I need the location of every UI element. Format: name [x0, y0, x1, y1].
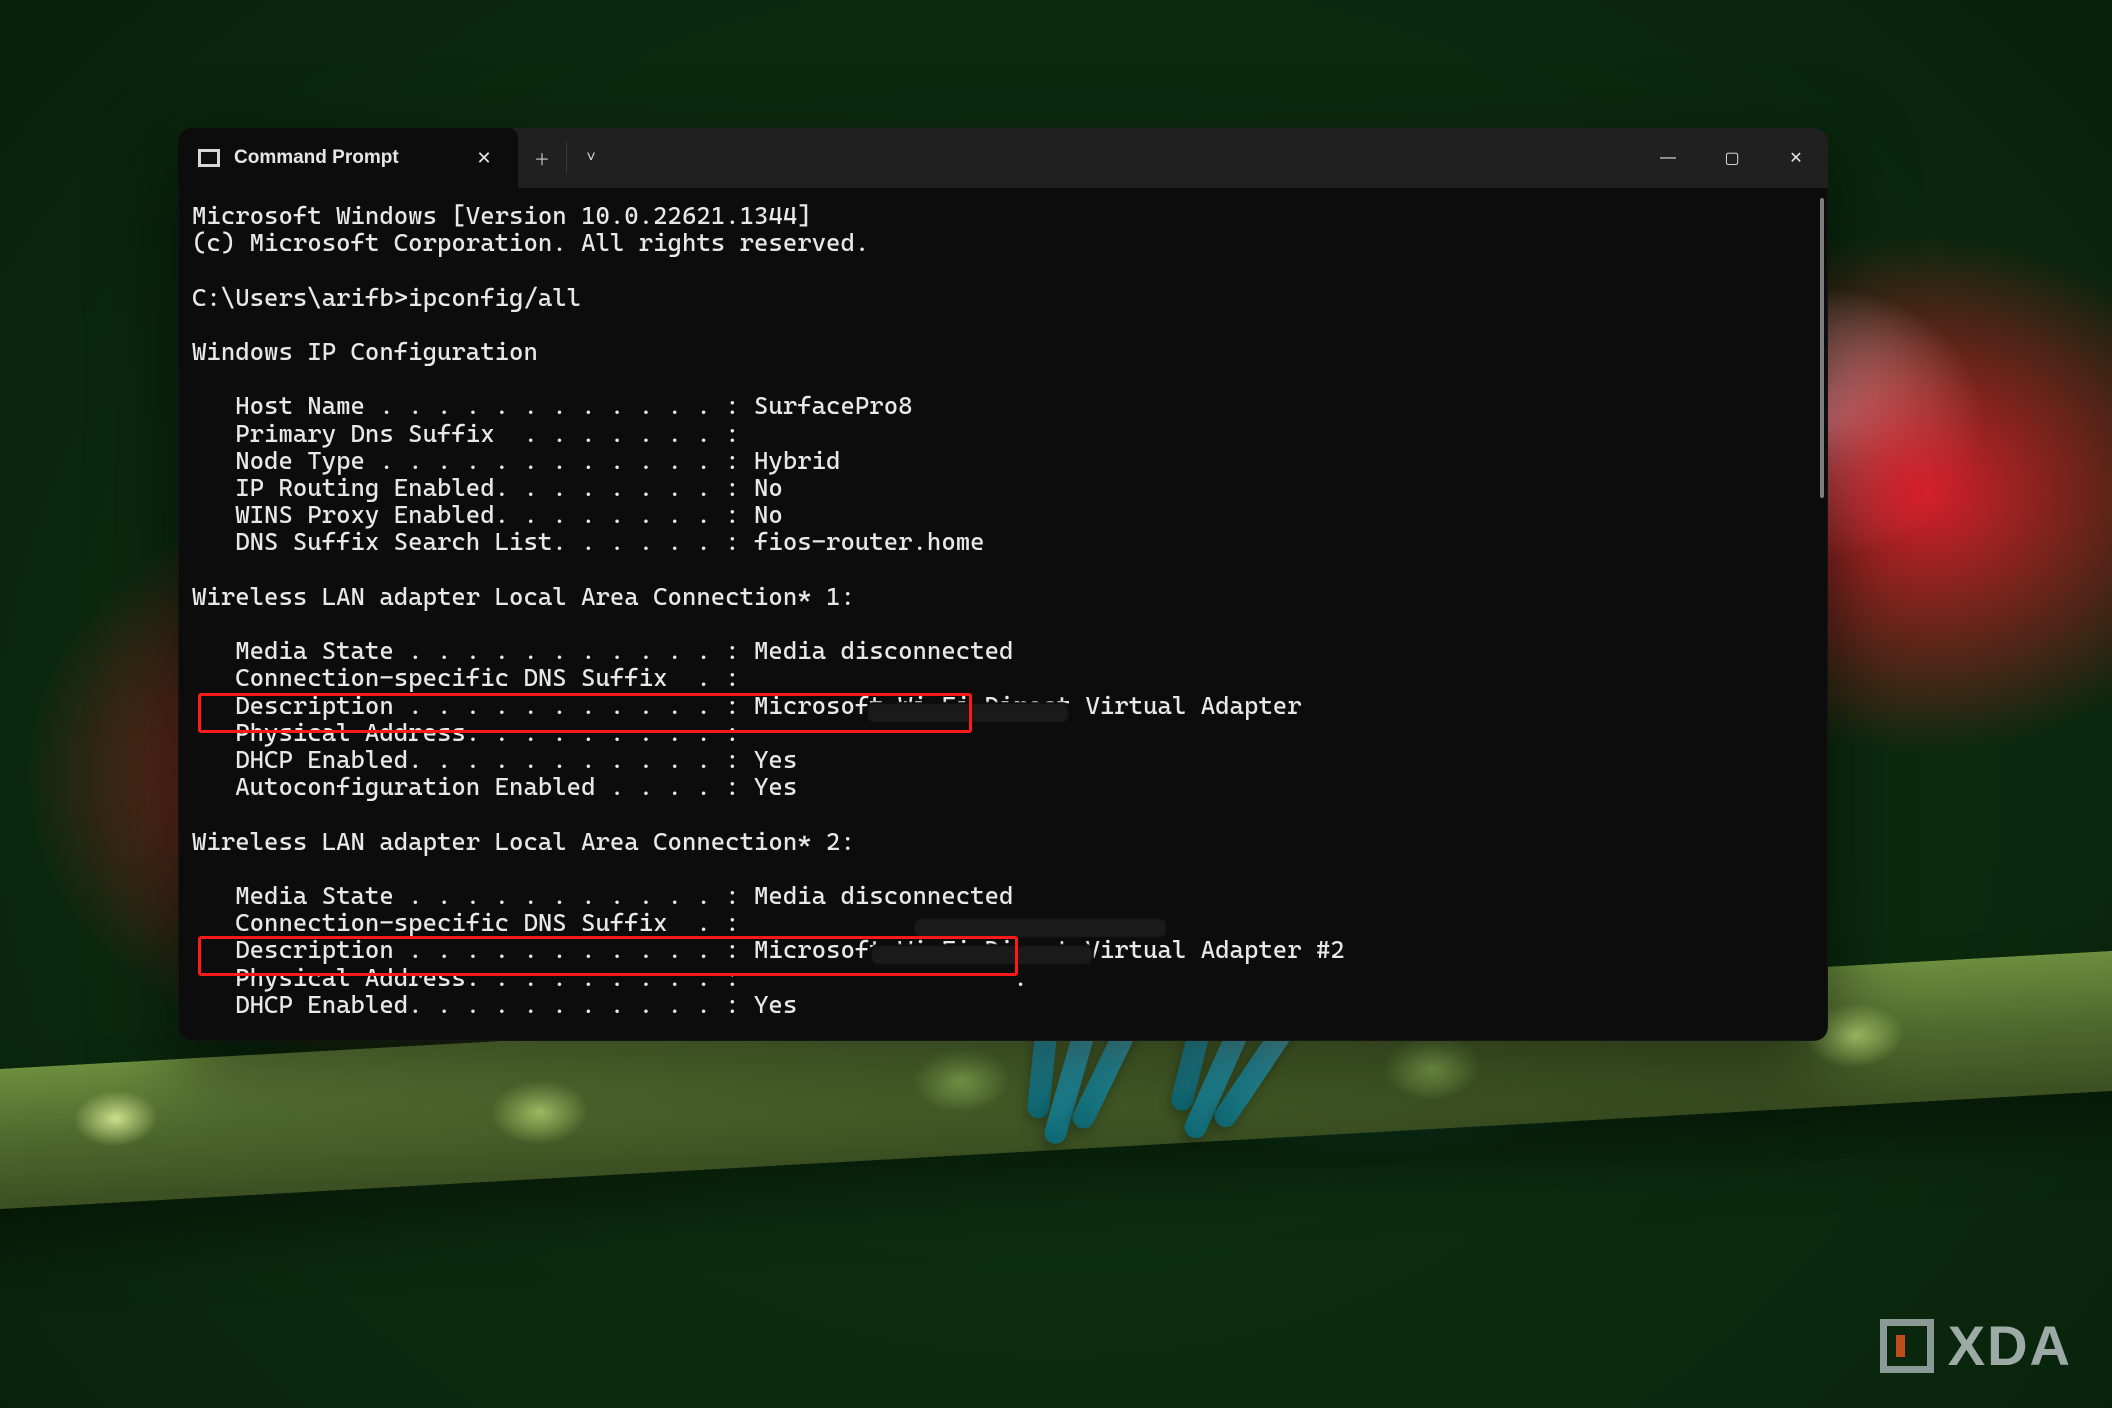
tab-close-button[interactable]: ✕	[468, 142, 500, 174]
maximize-button[interactable]: ▢	[1700, 128, 1764, 188]
line: Connection-specific DNS Suffix . :	[192, 663, 740, 692]
tab-dropdown-button[interactable]: ˅	[567, 128, 615, 188]
line: Description . . . . . . . . . . . : Micr…	[192, 935, 1345, 964]
redacted-region	[870, 944, 1094, 966]
plus-icon: ＋	[534, 146, 550, 170]
minimize-icon: —	[1660, 149, 1676, 167]
prompt-line: C:\Users\arifb>ipconfig/all	[192, 283, 581, 312]
new-tab-button[interactable]: ＋	[518, 128, 566, 188]
xda-logo-icon	[1880, 1319, 1934, 1373]
redacted-region	[866, 702, 1070, 724]
tab-title: Command Prompt	[234, 147, 399, 169]
titlebar[interactable]: Command Prompt ✕ ＋ ˅ — ▢ ✕	[178, 128, 1828, 188]
line: DNS Suffix Search List. . . . . . : fios…	[192, 527, 985, 556]
line: WINS Proxy Enabled. . . . . . . . : No	[192, 500, 783, 529]
line: Media State . . . . . . . . . . . : Medi…	[192, 636, 1013, 665]
line: Host Name . . . . . . . . . . . . : Surf…	[192, 391, 913, 420]
line: Physical Address. . . . . . . . . :	[192, 718, 740, 747]
chevron-down-icon: ˅	[586, 149, 595, 167]
line: IP Routing Enabled. . . . . . . . : No	[192, 473, 783, 502]
line: Autoconfiguration Enabled . . . . : Yes	[192, 772, 797, 801]
maximize-icon: ▢	[1724, 148, 1739, 168]
close-button[interactable]: ✕	[1764, 128, 1828, 188]
xda-watermark: XDA	[1880, 1313, 2072, 1378]
line: Media State . . . . . . . . . . . : Medi…	[192, 881, 1013, 910]
line: DHCP Enabled. . . . . . . . . . . : Yes	[192, 990, 797, 1019]
line: (c) Microsoft Corporation. All rights re…	[192, 228, 869, 257]
redacted-region	[913, 917, 1168, 939]
minimize-button[interactable]: —	[1636, 128, 1700, 188]
xda-logo-text: XDA	[1948, 1313, 2072, 1378]
line: Primary Dns Suffix . . . . . . . :	[192, 419, 740, 448]
window-controls: — ▢ ✕	[1636, 128, 1828, 188]
close-icon: ✕	[476, 148, 491, 169]
line: Connection-specific DNS Suffix . :	[192, 908, 740, 937]
section-header: Wireless LAN adapter Local Area Connecti…	[192, 582, 855, 611]
close-icon: ✕	[1789, 148, 1802, 168]
line: Description . . . . . . . . . . . : Micr…	[192, 691, 1302, 720]
terminal-window[interactable]: Command Prompt ✕ ＋ ˅ — ▢ ✕ Microsoft Win…	[178, 128, 1828, 1041]
line: Microsoft Windows [Version 10.0.22621.13…	[192, 201, 812, 230]
line: Physical Address. . . . . . . . . : .	[192, 963, 1028, 992]
terminal-content[interactable]: Microsoft Windows [Version 10.0.22621.13…	[178, 188, 1828, 1041]
cmd-icon	[198, 149, 220, 167]
line: Node Type . . . . . . . . . . . . : Hybr…	[192, 446, 840, 475]
tab-command-prompt[interactable]: Command Prompt ✕	[178, 128, 518, 188]
section-header: Wireless LAN adapter Local Area Connecti…	[192, 827, 855, 856]
scrollbar[interactable]	[1820, 198, 1824, 498]
line: DHCP Enabled. . . . . . . . . . . : Yes	[192, 745, 797, 774]
section-header: Windows IP Configuration	[192, 337, 538, 366]
